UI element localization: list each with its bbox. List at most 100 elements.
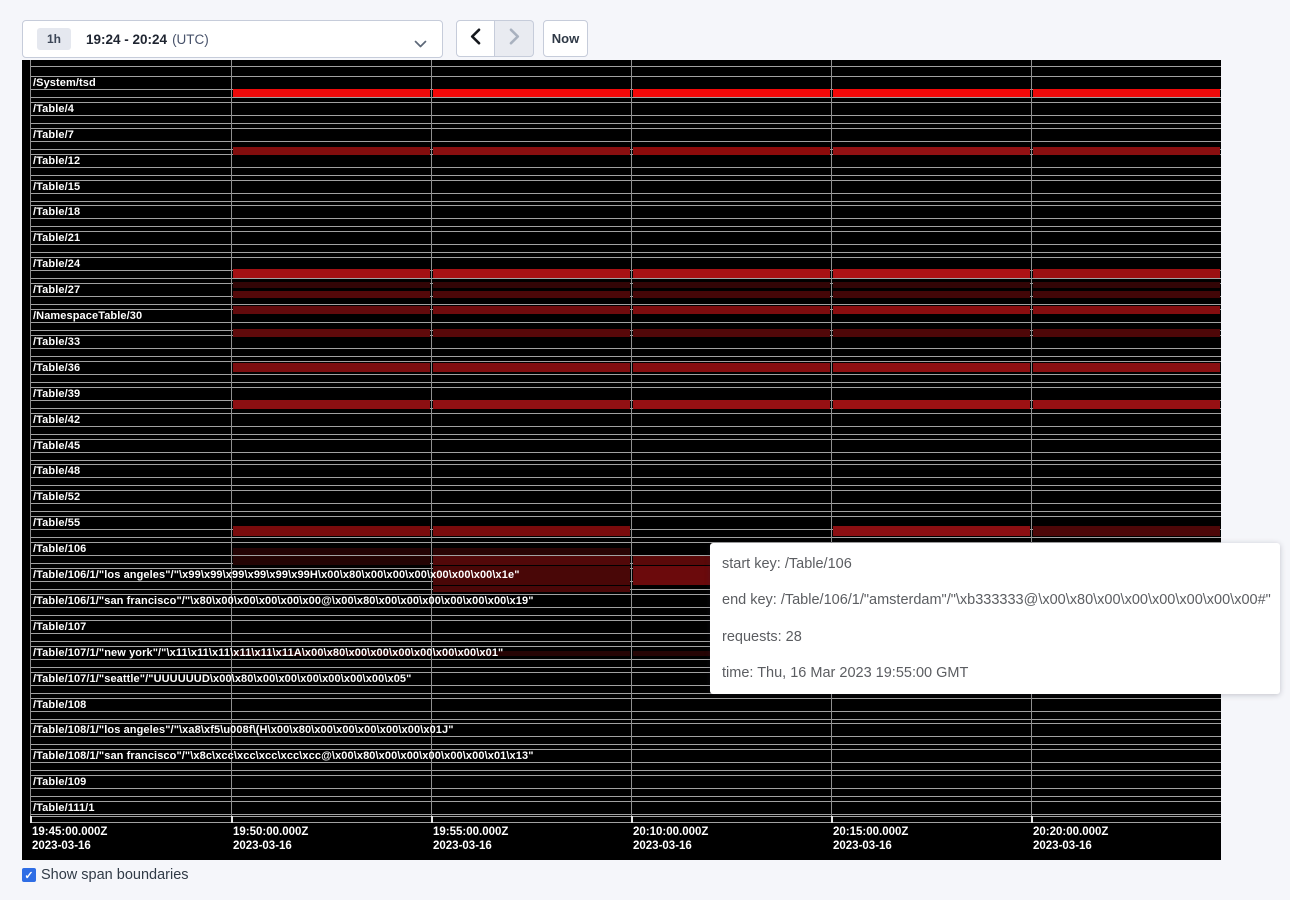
next-range-button[interactable] <box>495 20 534 57</box>
heatmap-cell[interactable] <box>633 89 830 97</box>
heatmap-cell[interactable] <box>233 329 430 337</box>
span-boundary-line <box>30 201 1221 202</box>
axis-tick <box>431 816 433 823</box>
span-boundary-line <box>30 382 1221 383</box>
heatmap-cell[interactable] <box>833 89 1030 97</box>
span-boundary-line <box>30 66 1221 67</box>
axis-tick <box>30 816 32 823</box>
heatmap-cell[interactable] <box>1033 269 1220 278</box>
heatmap-cell[interactable] <box>633 282 830 288</box>
span-boundary-line <box>30 439 1221 440</box>
heatmap-cell[interactable] <box>433 586 630 592</box>
heatmap-cell[interactable] <box>633 329 830 337</box>
heatmap-cell[interactable] <box>833 526 1030 536</box>
heatmap-cell[interactable] <box>233 306 430 314</box>
time-nav-group <box>456 20 534 57</box>
heatmap-cell[interactable] <box>233 556 430 565</box>
row-label: /Table/106/1/"san francisco"/"\x80\x00\x… <box>33 594 534 608</box>
row-label: /NamespaceTable/30 <box>33 309 142 323</box>
heatmap-cell[interactable] <box>833 291 1030 299</box>
heatmap-cell[interactable] <box>233 526 430 536</box>
heatmap-cell[interactable] <box>433 548 630 555</box>
row-label: /Table/42 <box>33 413 80 427</box>
heatmap-cell[interactable] <box>1033 291 1220 299</box>
heatmap-cell[interactable] <box>1033 363 1220 372</box>
span-boundary-line <box>30 102 1221 103</box>
heatmap-cell[interactable] <box>233 147 430 155</box>
heatmap-cell[interactable] <box>433 269 630 278</box>
heatmap-cell[interactable] <box>1033 526 1220 536</box>
heatmap-cell[interactable] <box>633 291 830 299</box>
heatmap-cell[interactable] <box>833 306 1030 314</box>
span-boundary-line <box>30 115 1221 116</box>
span-boundary-line <box>30 76 1221 77</box>
span-boundary-line <box>30 374 1221 375</box>
span-boundary-line <box>30 322 1221 323</box>
span-boundary-line <box>30 304 1221 305</box>
span-boundary-line <box>30 477 1221 478</box>
heatmap-cell[interactable] <box>233 291 430 299</box>
heatmap-cell[interactable] <box>1033 306 1220 314</box>
heatmap-cell[interactable] <box>833 147 1030 155</box>
heatmap-cell[interactable] <box>233 548 430 555</box>
heatmap-cell[interactable] <box>833 400 1030 409</box>
time-range-select[interactable]: 1h 19:24 - 20:24 (UTC) <box>22 20 443 58</box>
heatmap-cell[interactable] <box>833 363 1030 372</box>
span-boundary-line <box>30 218 1221 219</box>
heatmap-cell[interactable] <box>633 363 830 372</box>
row-label: /Table/111/1 <box>33 801 95 815</box>
span-boundary-line <box>30 252 1221 253</box>
heatmap-cell[interactable] <box>233 269 430 278</box>
heatmap-cell[interactable] <box>433 526 630 536</box>
prev-range-button[interactable] <box>456 20 495 57</box>
heatmap-cell[interactable] <box>633 269 830 278</box>
heatmap-cell[interactable] <box>1033 282 1220 288</box>
row-label: /Table/21 <box>33 231 80 245</box>
heatmap-cell[interactable] <box>433 147 630 155</box>
key-visualizer-heatmap[interactable]: /System/tsd/Table/4/Table/7/Table/12/Tab… <box>22 60 1221 860</box>
x-axis-time-label: 19:50:00.000Z <box>233 826 308 838</box>
span-boundary-line <box>30 537 1221 538</box>
heatmap-cell[interactable] <box>833 282 1030 288</box>
x-axis-time-label: 19:55:00.000Z <box>433 826 508 838</box>
heatmap-cell[interactable] <box>433 89 630 97</box>
now-button[interactable]: Now <box>543 20 588 57</box>
heatmap-cell[interactable] <box>1033 400 1220 409</box>
heatmap-cell[interactable] <box>433 556 630 565</box>
chevron-left-icon <box>470 28 481 50</box>
heatmap-cell[interactable] <box>233 400 430 409</box>
key-visualizer-page: { "toolbar": { "duration_badge": "1h", "… <box>0 0 1290 900</box>
time-gridline <box>231 60 232 816</box>
row-label: /Table/109 <box>33 775 86 789</box>
span-boundary-line <box>30 503 1221 504</box>
span-boundary-line <box>30 387 1221 388</box>
x-axis-date-label: 2023-03-16 <box>32 840 91 852</box>
span-boundary-line <box>30 257 1221 258</box>
row-label: /Table/108/1/"los angeles"/"\xa8\xf5\u00… <box>33 723 454 737</box>
heatmap-cell[interactable] <box>633 147 830 155</box>
x-axis-time-label: 20:10:00.000Z <box>633 826 708 838</box>
axis-tick <box>231 816 233 823</box>
heatmap-cell[interactable] <box>433 291 630 299</box>
heatmap-cell[interactable] <box>633 306 830 314</box>
heatmap-cell[interactable] <box>433 282 630 288</box>
heatmap-cell[interactable] <box>1033 329 1220 337</box>
heatmap-cell[interactable] <box>233 89 430 97</box>
heatmap-cell[interactable] <box>433 306 630 314</box>
heatmap-cell[interactable] <box>233 363 430 372</box>
show-span-boundaries-checkbox[interactable]: ✓ <box>22 868 36 882</box>
heatmap-cell[interactable] <box>433 400 630 409</box>
heatmap-cell[interactable] <box>1033 147 1220 155</box>
row-label: /Table/7 <box>33 128 74 142</box>
heatmap-cell[interactable] <box>833 269 1030 278</box>
span-boundary-line <box>30 814 1221 815</box>
row-label: /System/tsd <box>33 76 96 90</box>
range-timezone: (UTC) <box>172 32 209 47</box>
heatmap-cell[interactable] <box>833 329 1030 337</box>
heatmap-cell[interactable] <box>433 329 630 337</box>
heatmap-cell[interactable] <box>633 400 830 409</box>
heatmap-cell[interactable] <box>1033 89 1220 97</box>
time-gridline <box>30 60 31 816</box>
heatmap-cell[interactable] <box>233 282 430 288</box>
heatmap-cell[interactable] <box>433 363 630 372</box>
